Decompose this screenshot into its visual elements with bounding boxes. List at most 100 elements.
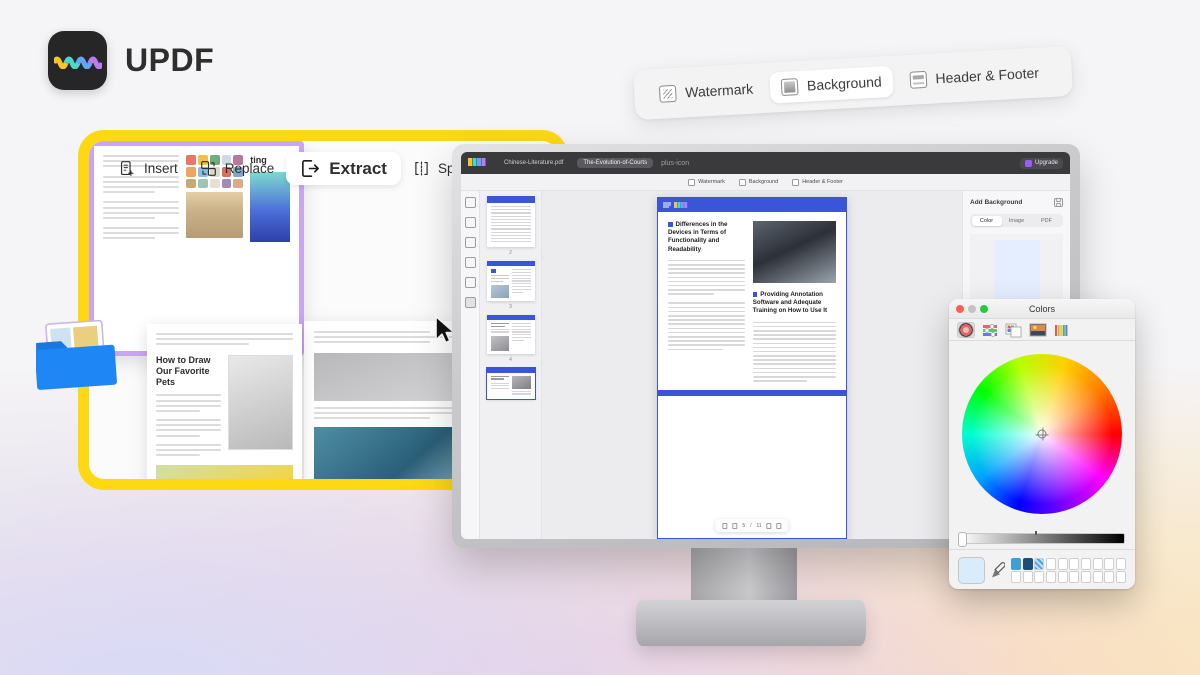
blue-folder-icon[interactable] (36, 316, 124, 394)
extract-page-icon (302, 160, 320, 177)
minimize-icon[interactable] (968, 305, 976, 313)
swatch[interactable] (1034, 557, 1045, 570)
split-page-icon (415, 161, 428, 176)
insert-button[interactable]: Insert (109, 154, 188, 183)
subbar-header-footer[interactable]: Header & Footer (792, 178, 843, 186)
colors-panel-tabs[interactable] (949, 319, 1135, 341)
upgrade-button[interactable]: Upgrade (1019, 157, 1063, 169)
header-footer-icon (909, 70, 928, 89)
zoom-in-icon[interactable] (776, 522, 782, 529)
current-page-number[interactable]: 5 (742, 523, 745, 529)
subbar-watermark-label: Watermark (698, 179, 725, 185)
app-subbar[interactable]: Watermark Background Header & Footer (461, 174, 1070, 191)
edit-tool-icon[interactable] (464, 237, 476, 248)
swatch[interactable] (1057, 571, 1068, 584)
new-tab-button[interactable]: plus-icon (661, 160, 689, 167)
swatch[interactable] (1104, 571, 1115, 584)
succulents-image (156, 465, 293, 479)
tab-chinese-literature[interactable]: Chinese-Literature.pdf (498, 158, 569, 168)
swatch[interactable] (1069, 571, 1080, 584)
page-thumbnail-selected[interactable] (485, 366, 536, 401)
swatch[interactable] (1011, 557, 1022, 570)
swatch[interactable] (1115, 571, 1126, 584)
color-wheel-tab[interactable] (957, 321, 975, 338)
close-icon[interactable] (956, 305, 964, 313)
updf-logo-icon (674, 202, 688, 208)
extract-button[interactable]: Extract (286, 152, 401, 185)
thumbnail-pane[interactable]: 2 3 4 (480, 191, 542, 539)
swatch[interactable] (1057, 557, 1068, 570)
swatch[interactable] (1080, 557, 1092, 570)
brightness-knob[interactable] (958, 531, 967, 547)
pdf-page[interactable]: Differences in the Devices in Terms of F… (657, 197, 847, 539)
eyedropper-icon[interactable] (991, 561, 1005, 581)
protect-tool-icon[interactable] (464, 277, 476, 288)
toolbar-item-background[interactable]: Background (769, 65, 894, 104)
page-thumbnail[interactable] (486, 196, 535, 248)
color-palettes-tab[interactable] (1005, 322, 1023, 338)
recent-color-swatches[interactable] (1011, 557, 1126, 584)
colors-panel-title: Colors (1028, 303, 1055, 314)
viewer-tool-icon[interactable] (464, 197, 476, 208)
replace-button[interactable]: Replace (190, 154, 285, 183)
page-thumbnail[interactable] (486, 315, 535, 354)
toolbar-item-watermark-label: Watermark (684, 80, 754, 101)
toolbar-item-watermark[interactable]: Watermark (647, 72, 764, 109)
image-palettes-tab[interactable] (1029, 322, 1047, 338)
single-page-icon[interactable] (732, 522, 738, 529)
color-wheel-area[interactable] (949, 341, 1135, 527)
tab-evolution-of-courts[interactable]: The-Evolution-of-Courts (577, 158, 654, 168)
swatch[interactable] (1080, 571, 1092, 584)
save-icon[interactable] (1054, 198, 1063, 207)
page-thumbnail[interactable] (486, 261, 535, 301)
page-navigation-bar[interactable]: 5 / 11 (715, 519, 789, 532)
total-page-count: 11 (756, 522, 762, 529)
page-view-area: Differences in the Devices in Terms of F… (542, 191, 962, 539)
judge-with-gavel-photo (752, 221, 836, 283)
background-type-tabs[interactable]: Color Image PDF (970, 214, 1063, 227)
swatch[interactable] (1045, 571, 1057, 584)
swatch[interactable] (1092, 571, 1103, 584)
ocr-tool-icon[interactable] (464, 257, 476, 268)
heading-bullet-icon (752, 292, 758, 297)
swatch[interactable] (1092, 557, 1103, 570)
tab-image[interactable]: Image (1002, 216, 1032, 226)
tab-color[interactable]: Color (971, 215, 1002, 226)
watermark-icon (688, 178, 696, 186)
upgrade-label: Upgrade (1034, 160, 1058, 166)
hamburger-icon (663, 202, 671, 208)
window-traffic-lights[interactable] (956, 305, 988, 313)
subbar-watermark[interactable]: Watermark (688, 178, 725, 186)
brightness-slider[interactable] (949, 527, 1135, 549)
tab-pdf[interactable]: PDF (1032, 216, 1062, 226)
toolbar-item-background-label: Background (806, 73, 883, 94)
pencils-tab[interactable] (1053, 322, 1071, 338)
subbar-background[interactable]: Background (738, 178, 778, 186)
swatch[interactable] (1022, 571, 1033, 584)
fit-page-icon[interactable] (722, 522, 728, 529)
swatch[interactable] (1011, 571, 1022, 584)
replace-button-label: Replace (224, 161, 275, 176)
annotate-tool-icon[interactable] (464, 217, 476, 228)
updf-logo-icon (468, 158, 486, 166)
brightness-track[interactable] (958, 530, 1125, 547)
swatch[interactable] (1045, 557, 1057, 570)
document-sheet-front[interactable]: How to Draw Our Favorite Pets (147, 324, 302, 479)
updf-app-icon (48, 31, 107, 90)
left-icon-rail[interactable] (461, 191, 480, 539)
brightness-tick (1035, 530, 1037, 535)
background-icon (780, 77, 799, 96)
color-sliders-tab[interactable] (981, 322, 999, 338)
swatch[interactable] (1034, 571, 1045, 584)
zoom-out-icon[interactable] (766, 522, 772, 529)
swatch[interactable] (1115, 557, 1126, 570)
color-wheel-cursor[interactable] (1035, 427, 1049, 441)
toolbar-item-header-footer[interactable]: Header & Footer (898, 57, 1051, 96)
swatch[interactable] (1104, 557, 1115, 570)
organize-pages-tool-icon[interactable] (464, 297, 476, 308)
swatch[interactable] (1022, 557, 1033, 570)
swatch[interactable] (1069, 557, 1080, 570)
zoom-window-icon[interactable] (980, 305, 988, 313)
insert-button-label: Insert (144, 161, 178, 176)
current-color-swatch[interactable] (958, 557, 985, 584)
